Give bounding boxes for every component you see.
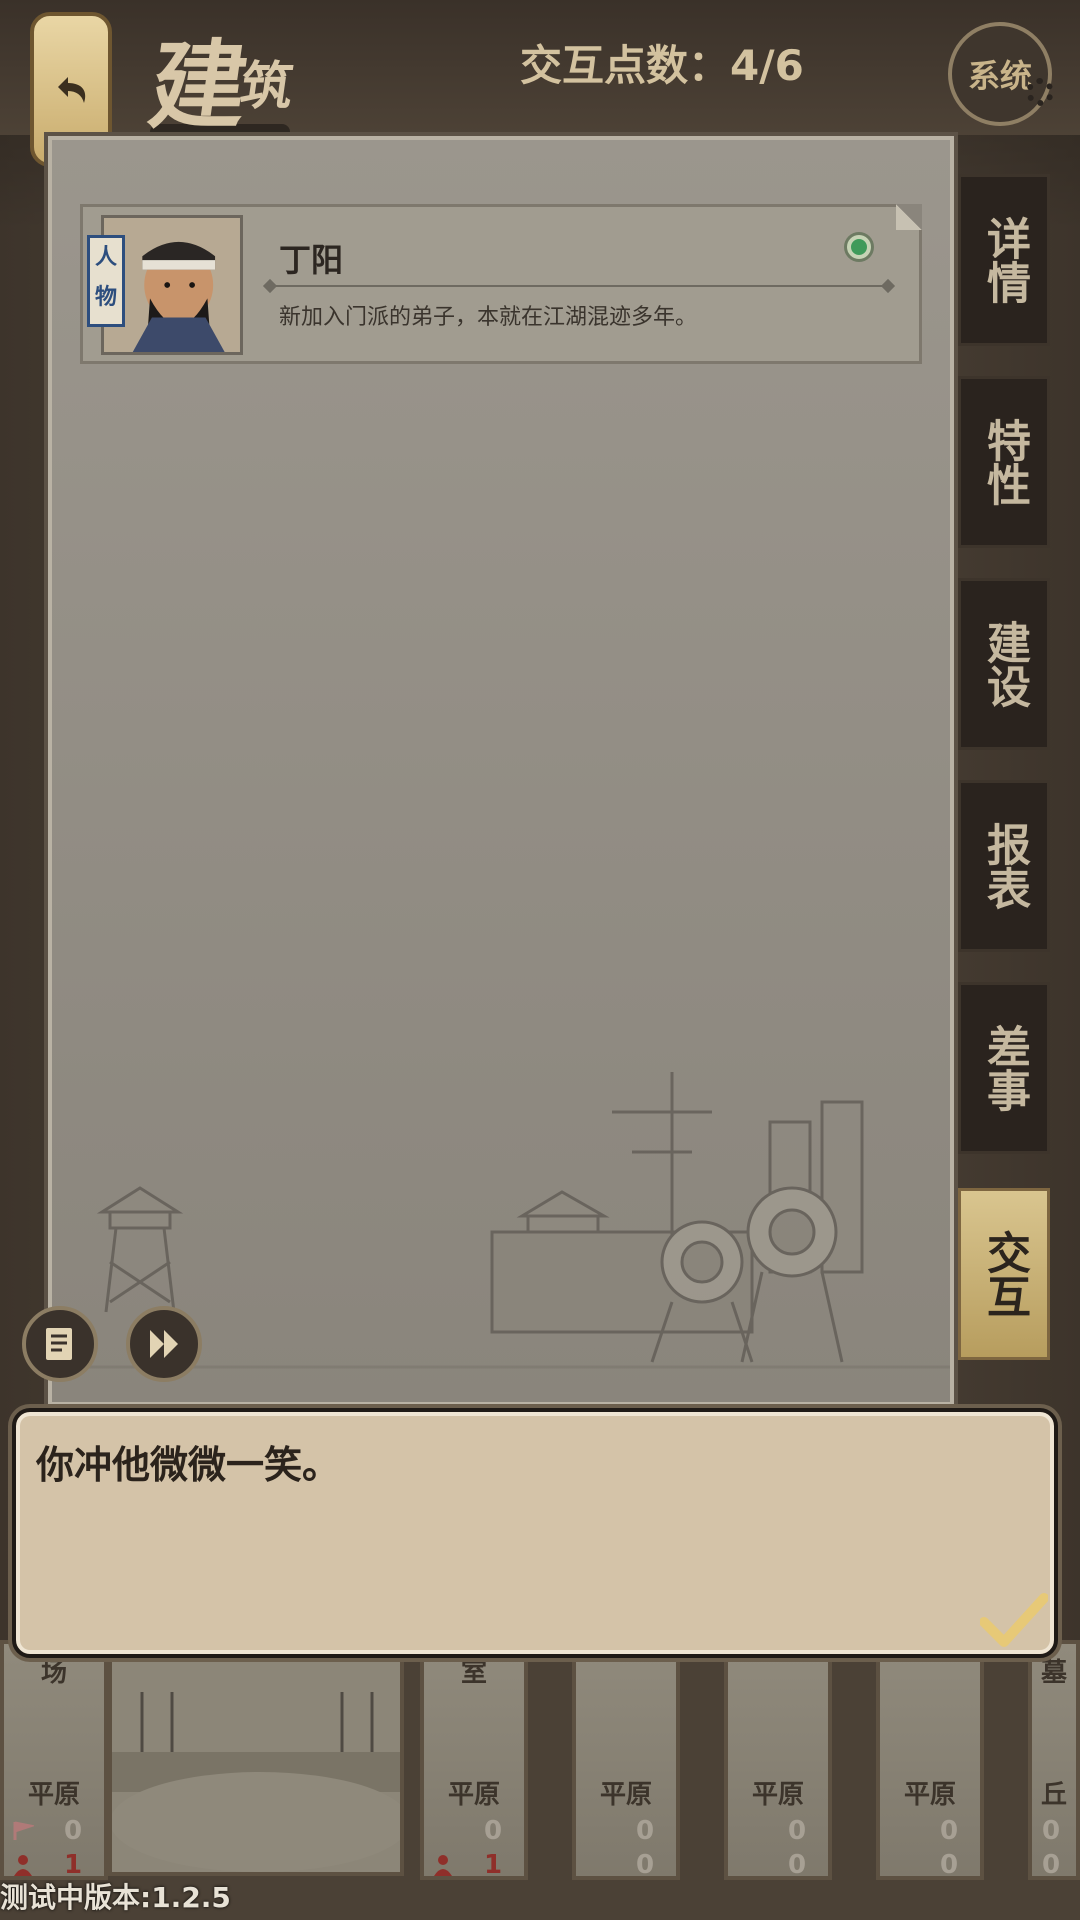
- tab-construction[interactable]: 建设: [958, 578, 1050, 750]
- terrain-label: 平原: [751, 1780, 804, 1810]
- system-label: 系统: [967, 57, 1032, 95]
- building-stat: 0: [788, 1850, 807, 1880]
- building-card[interactable]: 场 平原 0 1: [0, 1640, 108, 1880]
- building-stat: 0: [940, 1850, 959, 1880]
- building-stat: 0: [636, 1816, 655, 1846]
- tab-label: 报表: [979, 822, 1030, 910]
- dialog-box[interactable]: 你冲他微微一笑。: [12, 1408, 1058, 1658]
- terrain-label: 平原: [447, 1780, 500, 1810]
- tab-errands[interactable]: 差事: [958, 982, 1050, 1154]
- building-stat: 0: [788, 1816, 807, 1846]
- terrain-label: 平原: [27, 1780, 80, 1810]
- building-illustration: [112, 1652, 400, 1872]
- person-icon: [432, 1854, 454, 1876]
- building-stat: 1: [484, 1850, 503, 1880]
- main-panel: 人物 丁阳 新加入门派的弟子，本就在江湖混迹多年。: [48, 136, 954, 1406]
- building-card-featured[interactable]: [108, 1648, 404, 1876]
- tab-label: 交互: [979, 1230, 1030, 1318]
- divider: [269, 285, 889, 287]
- status-indicator-icon: [847, 235, 871, 259]
- tab-label: 差事: [979, 1024, 1030, 1112]
- building-card[interactable]: 平原 0 0: [724, 1640, 832, 1880]
- tab-label: 建设: [979, 620, 1030, 708]
- character-tag: 人物: [87, 235, 125, 327]
- building-stat: 0: [1042, 1850, 1061, 1880]
- gear-icon: [1026, 78, 1054, 106]
- terrain-label: 丘: [1040, 1780, 1067, 1810]
- tab-label: 特性: [979, 418, 1030, 506]
- building-card[interactable]: 墓 丘 0 0: [1028, 1640, 1080, 1880]
- corner-fold: [896, 204, 922, 230]
- tab-label: 详情: [979, 216, 1030, 304]
- tab-interaction[interactable]: 交互: [958, 1188, 1050, 1360]
- building-card[interactable]: 平原 0 0: [876, 1640, 984, 1880]
- person-icon: [12, 1854, 34, 1876]
- interaction-points: 交互点数：4/6: [520, 41, 804, 90]
- page-title: 建筑: [142, 29, 292, 142]
- building-card[interactable]: 室 平原 0 1: [420, 1640, 528, 1880]
- building-stat: 0: [1042, 1816, 1061, 1846]
- log-button[interactable]: [22, 1306, 98, 1382]
- building-stat: 0: [940, 1816, 959, 1846]
- fast-forward-icon: [150, 1330, 178, 1358]
- building-stat: 0: [636, 1850, 655, 1880]
- character-description: 新加入门派的弟子，本就在江湖混迹多年。: [279, 305, 698, 330]
- back-arrow-icon: [58, 76, 86, 103]
- flag-icon: [12, 1820, 36, 1842]
- version-label: 测试中版本:1.2.5: [0, 1881, 231, 1914]
- building-card[interactable]: 平原 0 0: [572, 1640, 680, 1880]
- terrain-label: 平原: [599, 1780, 652, 1810]
- building-stat: 0: [484, 1816, 503, 1846]
- document-icon: [46, 1328, 72, 1360]
- dialog-text: 你冲他微微一笑。: [36, 1443, 341, 1487]
- confirm-check-icon[interactable]: [980, 1592, 1048, 1648]
- tab-traits[interactable]: 特性: [958, 376, 1050, 548]
- character-card[interactable]: 人物 丁阳 新加入门派的弟子，本就在江湖混迹多年。: [80, 204, 922, 364]
- building-stat: 0: [64, 1816, 83, 1846]
- terrain-label: 平原: [903, 1780, 956, 1810]
- fast-forward-button[interactable]: [126, 1306, 202, 1382]
- system-button[interactable]: 系统: [948, 22, 1052, 126]
- tab-details[interactable]: 详情: [958, 174, 1050, 346]
- character-name: 丁阳: [279, 241, 344, 279]
- tab-report[interactable]: 报表: [958, 780, 1050, 952]
